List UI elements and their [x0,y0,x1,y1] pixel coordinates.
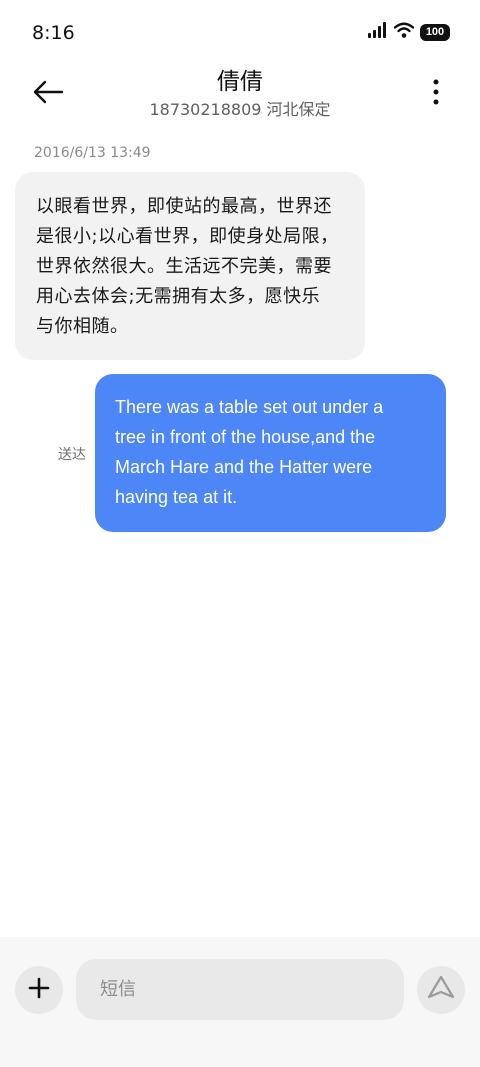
outgoing-message-line: March Hare and the Hatter were [115,457,373,477]
incoming-message-line: 世界依然很大。生活远不完美，需要 [36,256,332,277]
conversation-header: 倩倩 18730218809 河北保定 [0,64,480,134]
wifi-icon [393,22,415,42]
send-button[interactable] [417,966,465,1014]
status-bar: 8:16 100 [0,0,480,64]
send-icon [426,974,456,1006]
incoming-message-line: 是很小;以心看世界，即使身处局限， [36,226,339,247]
attach-button[interactable] [15,966,63,1014]
incoming-message-line: 用心去体会;无需拥有太多，愿快乐 [36,286,321,307]
incoming-message-line: 以眼看世界，即使站的最高，世界还 [36,196,332,217]
message-timestamp: 2016/6/13 13:49 [34,145,151,161]
more-vertical-icon [433,79,439,109]
message-input[interactable] [76,959,404,1020]
outgoing-message-bubble[interactable]: There was a table set out under a tree i… [95,374,446,532]
incoming-message-bubble[interactable]: 以眼看世界，即使站的最高，世界还 是很小;以心看世界，即使身处局限， 世界依然很… [15,172,365,360]
contact-number-location: 18730218809 河北保定 [149,100,331,119]
contact-name: 倩倩 [217,69,263,95]
plus-icon [28,977,50,1003]
compose-bar [0,937,480,1067]
delivery-status: 送达 [58,447,86,463]
status-time: 8:16 [32,22,75,44]
outgoing-message-line: tree in front of the house,and the [115,427,376,447]
contact-info: 倩倩 18730218809 河北保定 [0,66,480,122]
sms-conversation-screen: 8:16 100 倩倩 18730218809 河北保定 2016/6/13 1… [0,0,480,1067]
battery-icon: 100 [420,23,450,41]
signal-icon [368,22,388,42]
outgoing-message-line: There was a table set out under a [115,397,384,417]
status-icons: 100 [368,22,450,42]
more-options-button[interactable] [426,76,446,112]
outgoing-message-line: having tea at it. [115,487,238,507]
incoming-message-line: 与你相随。 [36,316,129,337]
